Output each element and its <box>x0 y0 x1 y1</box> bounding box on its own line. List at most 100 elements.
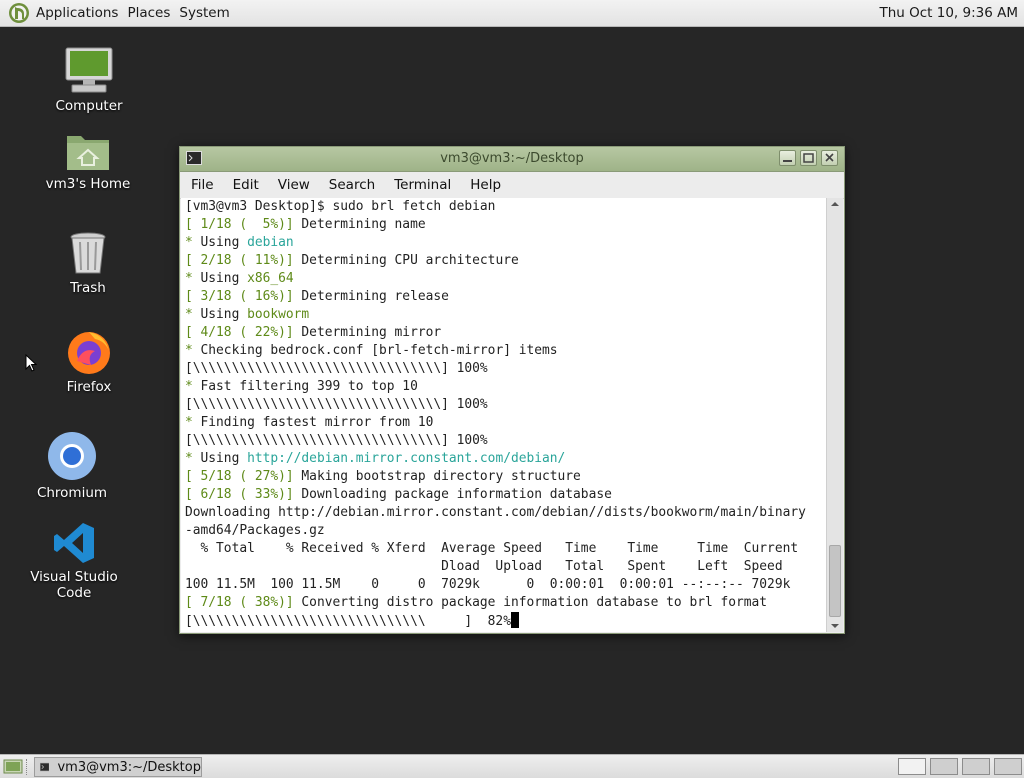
terminal-line: [ 3/18 ( 16%)] Determining release <box>185 288 826 306</box>
terminal-line: [ 6/18 ( 33%)] Downloading package infor… <box>185 486 826 504</box>
workspace-2[interactable] <box>930 758 958 775</box>
window-titlebar[interactable]: vm3@vm3:~/Desktop <box>180 147 844 172</box>
terminal-text: debian <box>247 235 294 250</box>
terminal-text: Making bootstrap directory structure <box>293 469 581 484</box>
terminal-line: * Using http://debian.mirror.constant.co… <box>185 450 826 468</box>
taskbar-terminal-button[interactable]: vm3@vm3:~/Desktop <box>34 757 202 777</box>
workspace-4[interactable] <box>994 758 1022 775</box>
home-folder-icon <box>67 136 109 170</box>
terminal-line: [vm3@vm3 Desktop]$ sudo brl fetch debian <box>185 198 826 216</box>
chromium-icon <box>48 432 96 480</box>
maximize-button[interactable] <box>800 150 817 166</box>
menu-file[interactable]: File <box>180 177 221 193</box>
desktop-icon-home[interactable]: vm3's Home <box>28 130 148 192</box>
scroll-up-icon[interactable] <box>830 200 840 208</box>
scrollbar-thumb[interactable] <box>829 545 841 617</box>
workspace-1[interactable] <box>898 758 926 775</box>
trash-icon <box>70 232 106 274</box>
terminal-text: [\\\\\\\\\\\\\\\\\\\\\\\\\\\\\\\\] 100% <box>185 433 488 448</box>
terminal-text: * <box>185 343 193 358</box>
applications-menu[interactable]: Applications <box>36 5 127 21</box>
terminal-text: Finding fastest mirror from 10 <box>192 415 434 430</box>
menu-view[interactable]: View <box>266 177 317 193</box>
terminal-text: Determining release <box>293 289 449 304</box>
desktop-icon-firefox[interactable]: Firefox <box>29 327 149 395</box>
terminal-line: Dload Upload Total Spent Left Speed <box>185 558 826 576</box>
terminal-text: 100 11.5M 100 11.5M 0 0 7029k 0 0:00:01 … <box>185 577 791 592</box>
menu-edit[interactable]: Edit <box>221 177 266 193</box>
bottom-panel: vm3@vm3:~/Desktop <box>0 754 1024 778</box>
terminal-line: 100 11.5M 100 11.5M 0 0 7029k 0 0:00:01 … <box>185 576 826 594</box>
maximize-icon <box>803 153 814 163</box>
desktop-icon-label: Computer <box>55 98 123 114</box>
terminal-text: Converting distro package information da… <box>293 595 768 610</box>
terminal-text: [ 5/18 ( 27%)] <box>185 469 294 484</box>
terminal-line: * Using debian <box>185 234 826 252</box>
close-icon <box>825 153 834 162</box>
menu-help[interactable]: Help <box>458 177 508 193</box>
terminal-line: [\\\\\\\\\\\\\\\\\\\\\\\\\\\\\\\\] 100% <box>185 396 826 414</box>
desktop-icon-label: Trash <box>70 280 106 296</box>
mate-logo-icon[interactable] <box>8 2 30 24</box>
top-panel: Applications Places System Thu Oct 10, 9… <box>0 0 1024 27</box>
terminal-text: bookworm <box>247 307 310 322</box>
desktop-icon-vscode[interactable]: Visual Studio Code <box>14 521 134 601</box>
desktop-icon-trash[interactable]: Trash <box>28 230 148 296</box>
terminal-text: http://debian.mirror.constant.com/debian… <box>247 451 566 466</box>
scroll-down-icon[interactable] <box>830 622 840 630</box>
show-desktop-icon[interactable] <box>3 758 23 775</box>
terminal-text: Downloading http://debian.mirror.constan… <box>185 505 806 520</box>
clock[interactable]: Thu Oct 10, 9:36 AM <box>879 5 1018 21</box>
desktop-icon-chromium[interactable]: Chromium <box>12 431 132 501</box>
minimize-button[interactable] <box>779 150 796 166</box>
terminal-text: [vm3@vm3 Desktop]$ sudo brl fetch debian <box>185 199 496 214</box>
terminal-text: -amd64/Packages.gz <box>185 523 325 538</box>
terminal-line: [\\\\\\\\\\\\\\\\\\\\\\\\\\\\\\\\] 100% <box>185 432 826 450</box>
terminal-text: Using <box>192 271 248 286</box>
terminal-text: Using <box>192 235 248 250</box>
terminal-text: [ 1/18 ( 5%)] <box>185 217 294 232</box>
terminal-window[interactable]: vm3@vm3:~/Desktop File Edit View Search … <box>179 146 845 634</box>
terminal-icon <box>40 762 50 772</box>
terminal-line: % Total % Received % Xferd Average Speed… <box>185 540 826 558</box>
desktop-icon-computer[interactable]: Computer <box>29 46 149 114</box>
terminal-output[interactable]: [vm3@vm3 Desktop]$ sudo brl fetch debian… <box>181 198 826 632</box>
panel-handle[interactable] <box>26 759 30 775</box>
terminal-line: * Fast filtering 399 to top 10 <box>185 378 826 396</box>
terminal-text: Using <box>192 451 248 466</box>
terminal-line: [ 2/18 ( 11%)] Determining CPU architect… <box>185 252 826 270</box>
desktop-icon-label: vm3's Home <box>45 176 131 192</box>
terminal-line: [ 5/18 ( 27%)] Making bootstrap director… <box>185 468 826 486</box>
terminal-line: * Using x86_64 <box>185 270 826 288</box>
menu-search[interactable]: Search <box>317 177 382 193</box>
mouse-pointer-icon <box>25 354 37 372</box>
terminal-text: [ 3/18 ( 16%)] <box>185 289 294 304</box>
places-menu[interactable]: Places <box>127 5 179 21</box>
desktop-icon-label: Chromium <box>36 485 108 501</box>
terminal-scrollbar[interactable] <box>826 198 843 632</box>
terminal-line: [ 1/18 ( 5%)] Determining name <box>185 216 826 234</box>
terminal-text: * <box>185 235 193 250</box>
terminal-text: * <box>185 415 193 430</box>
terminal-text: % Total % Received % Xferd Average Speed… <box>185 541 799 556</box>
terminal-text: [\\\\\\\\\\\\\\\\\\\\\\\\\\\\\\\\] 100% <box>185 397 488 412</box>
terminal-text: Using <box>192 307 248 322</box>
terminal-text: * <box>185 307 193 322</box>
close-button[interactable] <box>821 150 838 166</box>
terminal-text: x86_64 <box>247 271 294 286</box>
terminal-text: Checking bedrock.conf [brl-fetch-mirror]… <box>192 343 558 358</box>
terminal-text: [ 2/18 ( 11%)] <box>185 253 294 268</box>
desktop-icon-label: Visual Studio Code <box>30 569 118 601</box>
terminal-text: Determining CPU architecture <box>293 253 519 268</box>
terminal-text: * <box>185 379 193 394</box>
terminal-text: [ 7/18 ( 38%)] <box>185 595 294 610</box>
firefox-icon <box>68 332 110 374</box>
terminal-text: * <box>185 451 193 466</box>
menu-terminal[interactable]: Terminal <box>382 177 458 193</box>
terminal-text: Determining mirror <box>293 325 442 340</box>
system-menu[interactable]: System <box>179 5 238 21</box>
computer-icon <box>65 47 113 93</box>
terminal-line: [ 7/18 ( 38%)] Converting distro package… <box>185 594 826 612</box>
taskbar-button-label: vm3@vm3:~/Desktop <box>57 759 201 775</box>
workspace-3[interactable] <box>962 758 990 775</box>
